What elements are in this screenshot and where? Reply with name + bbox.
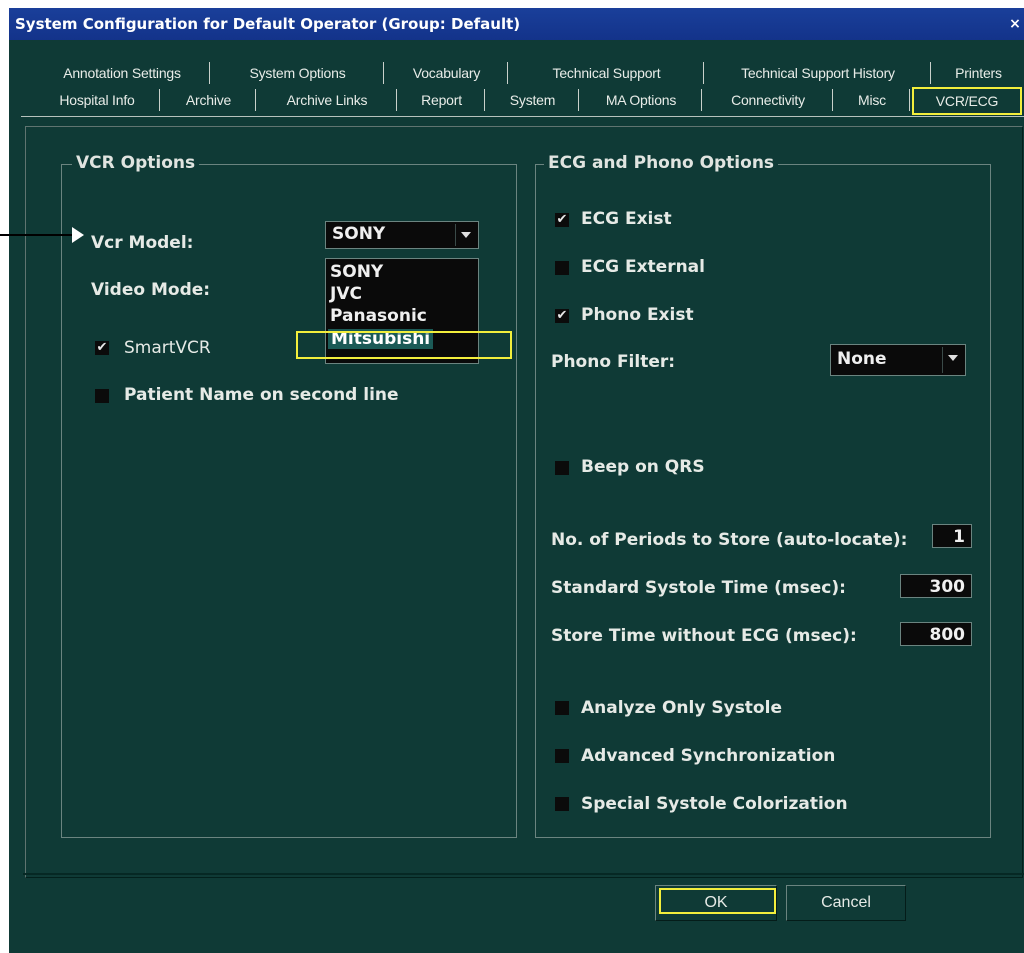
- ecg-phono-title: ECG and Phono Options: [544, 153, 779, 173]
- tab-hospital-info[interactable]: Hospital Info: [35, 89, 160, 111]
- tab-archive[interactable]: Archive: [162, 89, 256, 111]
- tab-printers[interactable]: Printers: [933, 62, 1024, 84]
- analyze-only-systole-label: Analyze Only Systole: [581, 698, 782, 718]
- chevron-down-icon[interactable]: [455, 224, 476, 246]
- smartvcr-checkbox[interactable]: ✔: [95, 341, 109, 355]
- config-window: System Configuration for Default Operato…: [9, 8, 1024, 953]
- highlight-ok: [659, 888, 776, 914]
- vcr-options-title: VCR Options: [72, 153, 200, 173]
- phono-exist-checkbox[interactable]: ✔: [555, 309, 569, 323]
- ecg-exist-checkbox[interactable]: ✔: [555, 213, 569, 227]
- tab-technical-support-history[interactable]: Technical Support History: [706, 62, 931, 84]
- store-time-input[interactable]: 800: [900, 622, 972, 646]
- tab-technical-support[interactable]: Technical Support: [510, 62, 704, 84]
- special-systole-label: Special Systole Colorization: [581, 794, 848, 814]
- systole-time-input[interactable]: 300: [900, 574, 972, 598]
- option-sony[interactable]: SONY: [330, 262, 383, 282]
- phono-exist-label: Phono Exist: [581, 305, 694, 325]
- ecg-exist-label: ECG Exist: [581, 209, 672, 229]
- chevron-down-icon[interactable]: [942, 347, 963, 373]
- advanced-sync-checkbox[interactable]: [555, 749, 569, 763]
- tab-divider: [21, 116, 1024, 117]
- highlight-mitsubishi: [296, 331, 512, 359]
- beep-qrs-label: Beep on QRS: [581, 457, 705, 477]
- cancel-button[interactable]: Cancel: [786, 885, 906, 921]
- tab-system[interactable]: System: [487, 89, 579, 111]
- tab-vocabulary[interactable]: Vocabulary: [386, 62, 508, 84]
- ecg-external-label: ECG External: [581, 257, 705, 277]
- smartvcr-label: SmartVCR: [124, 338, 211, 358]
- callout-arrow-icon: [72, 227, 84, 243]
- tab-connectivity[interactable]: Connectivity: [704, 89, 833, 111]
- tab-archive-links[interactable]: Archive Links: [258, 89, 397, 111]
- tab-annotation-settings[interactable]: Annotation Settings: [35, 62, 210, 84]
- store-time-label: Store Time without ECG (msec):: [551, 626, 857, 646]
- window-title: System Configuration for Default Operato…: [15, 15, 521, 33]
- vcr-model-label: Vcr Model:: [91, 233, 194, 253]
- phono-filter-select[interactable]: None: [830, 344, 966, 376]
- tab-misc[interactable]: Misc: [835, 89, 910, 111]
- advanced-sync-label: Advanced Synchronization: [581, 746, 836, 766]
- tab-ma-options[interactable]: MA Options: [581, 89, 702, 111]
- periods-input[interactable]: 1: [932, 524, 972, 548]
- option-jvc[interactable]: JVC: [330, 284, 362, 304]
- tab-system-options[interactable]: System Options: [212, 62, 384, 84]
- vcr-model-value: SONY: [332, 224, 386, 244]
- close-icon[interactable]: ×: [1008, 16, 1022, 32]
- title-bar[interactable]: System Configuration for Default Operato…: [9, 8, 1024, 40]
- systole-time-label: Standard Systole Time (msec):: [551, 578, 846, 598]
- periods-label: No. of Periods to Store (auto-locate):: [551, 530, 908, 550]
- button-divider: [23, 873, 1024, 875]
- patient-name-checkbox[interactable]: [95, 389, 109, 403]
- video-mode-label: Video Mode:: [91, 280, 211, 300]
- tab-report[interactable]: Report: [399, 89, 485, 111]
- ecg-external-checkbox[interactable]: [555, 261, 569, 275]
- option-panasonic[interactable]: Panasonic: [330, 306, 427, 326]
- patient-name-label: Patient Name on second line: [124, 385, 399, 405]
- beep-qrs-checkbox[interactable]: [555, 461, 569, 475]
- special-systole-checkbox[interactable]: [555, 797, 569, 811]
- vcr-model-select[interactable]: SONY: [325, 221, 479, 249]
- phono-filter-value: None: [837, 349, 887, 369]
- tab-vcr-ecg[interactable]: VCR/ECG: [912, 87, 1022, 115]
- callout-arrow-line: [0, 234, 80, 236]
- phono-filter-label: Phono Filter:: [551, 352, 676, 372]
- analyze-only-systole-checkbox[interactable]: [555, 701, 569, 715]
